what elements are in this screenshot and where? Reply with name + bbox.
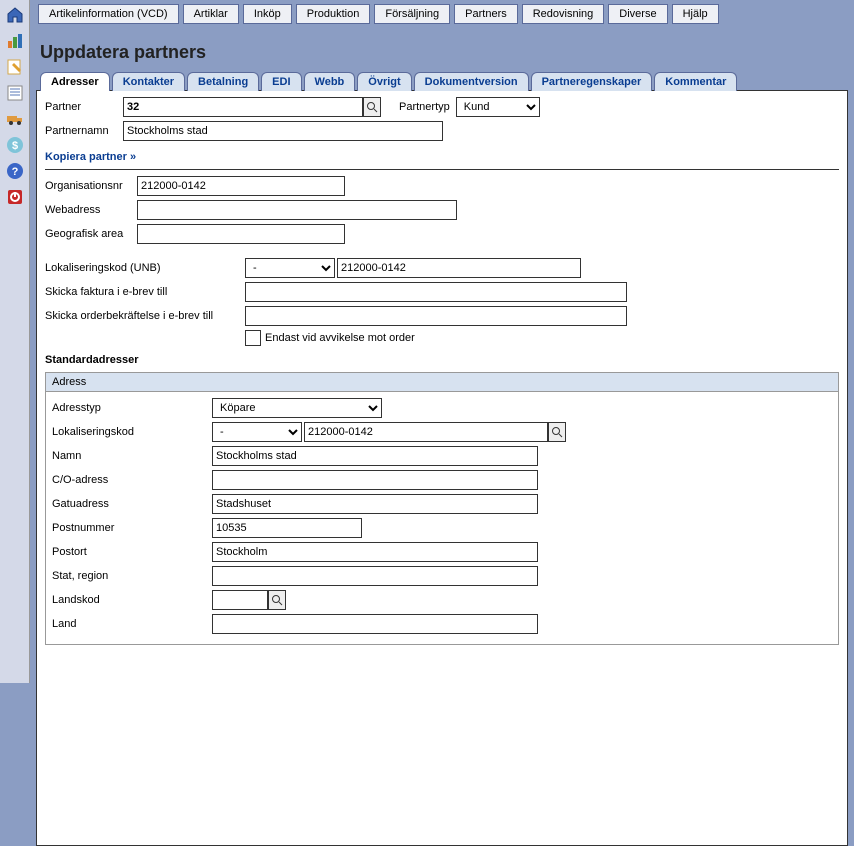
nav-produktion[interactable]: Produktion: [296, 4, 371, 24]
orderbek-input[interactable]: [245, 306, 627, 326]
landskod-input[interactable]: [212, 590, 268, 610]
kopiera-partner-link[interactable]: Kopiera partner »: [45, 151, 136, 163]
gatu-input[interactable]: [212, 494, 538, 514]
partner-input[interactable]: [123, 97, 363, 117]
partner-search-button[interactable]: [363, 97, 381, 117]
tab-edi[interactable]: EDI: [261, 72, 301, 91]
addresstyp-select[interactable]: Köpare: [212, 398, 382, 418]
faktura-input[interactable]: [245, 282, 627, 302]
home-icon[interactable]: [4, 4, 26, 26]
geoarea-label: Geografisk area: [45, 228, 137, 240]
orgnr-label: Organisationsnr: [45, 180, 137, 192]
avvikelse-label: Endast vid avvikelse mot order: [265, 332, 415, 344]
tabs: Adresser Kontakter Betalning EDI Webb Öv…: [30, 71, 854, 90]
land-input[interactable]: [212, 614, 538, 634]
webadress-label: Webadress: [45, 204, 137, 216]
chart-icon[interactable]: [4, 30, 26, 52]
sidebar: $ ?: [0, 0, 30, 683]
nav-inkop[interactable]: Inköp: [243, 4, 292, 24]
lokkod-select[interactable]: -: [212, 422, 302, 442]
tab-dokumentversion[interactable]: Dokumentversion: [414, 72, 529, 91]
postort-input[interactable]: [212, 542, 538, 562]
tab-webb[interactable]: Webb: [304, 72, 356, 91]
tab-kontakter[interactable]: Kontakter: [112, 72, 185, 91]
stat-input[interactable]: [212, 566, 538, 586]
co-input[interactable]: [212, 470, 538, 490]
nav-forsaljning[interactable]: Försäljning: [374, 4, 450, 24]
namn-label: Namn: [52, 450, 212, 462]
truck-icon[interactable]: [4, 108, 26, 130]
landskod-search-button[interactable]: [268, 590, 286, 610]
tab-betalning[interactable]: Betalning: [187, 72, 259, 91]
lokkod-input[interactable]: [304, 422, 548, 442]
postnr-input[interactable]: [212, 518, 362, 538]
edit-icon[interactable]: [4, 56, 26, 78]
help-icon[interactable]: ?: [4, 160, 26, 182]
tab-ovrigt[interactable]: Övrigt: [357, 72, 411, 91]
addresstyp-label: Adresstyp: [52, 402, 212, 414]
top-nav: Artikelinformation (VCD) Artiklar Inköp …: [30, 0, 854, 28]
stat-label: Stat, region: [52, 570, 212, 582]
tab-kommentar[interactable]: Kommentar: [654, 72, 737, 91]
postort-label: Postort: [52, 546, 212, 558]
nav-diverse[interactable]: Diverse: [608, 4, 667, 24]
orderbek-label: Skicka orderbekräftelse i e-brev till: [45, 310, 245, 322]
nav-artiklar[interactable]: Artiklar: [183, 4, 239, 24]
dollar-icon[interactable]: $: [4, 134, 26, 156]
lokkod-label: Lokaliseringskod: [52, 426, 212, 438]
nav-redovisning[interactable]: Redovisning: [522, 4, 605, 24]
list-icon[interactable]: [4, 82, 26, 104]
nav-partners[interactable]: Partners: [454, 4, 518, 24]
unb-input[interactable]: [337, 258, 581, 278]
power-icon[interactable]: [4, 186, 26, 208]
lokkod-search-button[interactable]: [548, 422, 566, 442]
content-panel: Partner Partnertyp Kund Partnernamn Kopi…: [36, 90, 848, 846]
svg-text:$: $: [11, 140, 17, 152]
orgnr-input[interactable]: [137, 176, 345, 196]
partnertyp-select[interactable]: Kund: [456, 97, 540, 117]
address-box-title: Adress: [46, 373, 838, 392]
nav-hjalp[interactable]: Hjälp: [672, 4, 719, 24]
namn-input[interactable]: [212, 446, 538, 466]
partnertyp-label: Partnertyp: [399, 101, 450, 113]
partnernamn-label: Partnernamn: [45, 125, 123, 137]
tab-partneregenskaper[interactable]: Partneregenskaper: [531, 72, 653, 91]
geoarea-input[interactable]: [137, 224, 345, 244]
faktura-label: Skicka faktura i e-brev till: [45, 286, 245, 298]
svg-text:?: ?: [11, 166, 18, 178]
partnernamn-input[interactable]: [123, 121, 443, 141]
unb-label: Lokaliseringskod (UNB): [45, 262, 245, 274]
tab-adresser[interactable]: Adresser: [40, 72, 110, 91]
address-box: Adress Adresstyp Köpare Lokaliseringskod…: [45, 372, 839, 645]
postnr-label: Postnummer: [52, 522, 212, 534]
landskod-label: Landskod: [52, 594, 212, 606]
nav-artikelinfo[interactable]: Artikelinformation (VCD): [38, 4, 179, 24]
avvikelse-checkbox[interactable]: [245, 330, 261, 346]
page-title: Uppdatera partners: [30, 28, 854, 71]
gatu-label: Gatuadress: [52, 498, 212, 510]
land-label: Land: [52, 618, 212, 630]
partner-label: Partner: [45, 101, 123, 113]
webadress-input[interactable]: [137, 200, 457, 220]
co-label: C/O-adress: [52, 474, 212, 486]
unb-select[interactable]: -: [245, 258, 335, 278]
stdadresser-heading: Standardadresser: [45, 354, 839, 366]
